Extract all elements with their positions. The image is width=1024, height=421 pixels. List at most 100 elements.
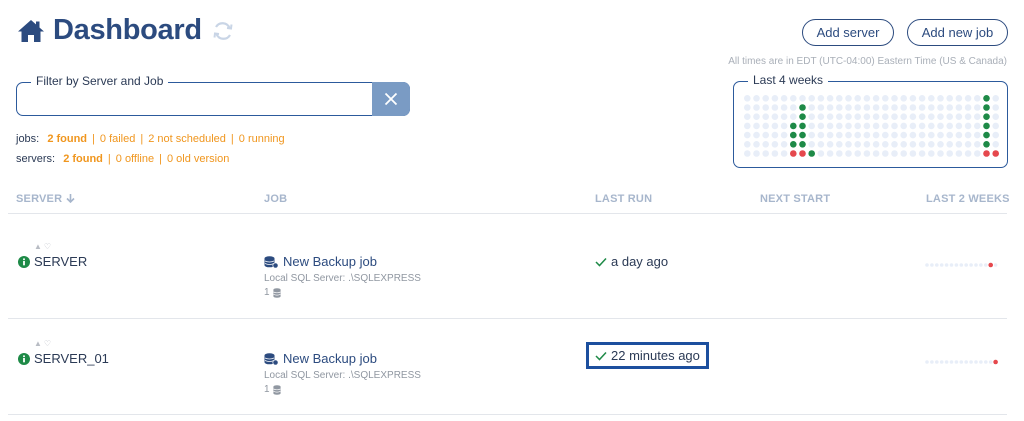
heatmap-cell-empty [799, 95, 806, 102]
heatmap-cell-empty [780, 141, 788, 148]
heatmap-cell-empty [845, 113, 852, 120]
heatmap-cell-success[interactable] [983, 141, 990, 148]
heatmap-cell-empty [955, 131, 963, 139]
refresh-icon[interactable] [212, 20, 234, 42]
heatmap-cell-failed[interactable] [992, 150, 999, 157]
heatmap-cell-empty [964, 113, 972, 120]
heatmap-cell-success[interactable] [983, 104, 990, 111]
heatmap-cell-empty [900, 141, 907, 148]
last-run[interactable]: a day ago [595, 254, 668, 269]
heatmap-cell-empty [882, 113, 889, 120]
servers-found-link[interactable]: 2 found [63, 153, 103, 165]
job-name-link[interactable]: New Backup job [283, 351, 377, 366]
clear-filter-button[interactable] [372, 82, 410, 116]
jobs-found-link[interactable]: 2 found [47, 133, 87, 145]
add-server-button[interactable]: Add server [802, 19, 894, 46]
filter-input[interactable] [21, 87, 369, 111]
heatmap-cell-failed[interactable] [983, 150, 990, 157]
heatmap-cell-empty [909, 95, 917, 102]
heatmap-cell-success[interactable] [790, 141, 797, 148]
column-header-server[interactable]: SERVER [16, 193, 75, 205]
heatmap-cell-empty [891, 113, 898, 120]
heatmap-cell-success[interactable] [983, 131, 990, 139]
heatmap-cell-empty [744, 104, 751, 111]
alert-icons: ▲♡ [34, 339, 54, 348]
heatmap-cell-empty [771, 113, 779, 120]
table-row[interactable]: ▲♡ SERVER_01 New Backup job Local SQL Se… [0, 318, 1024, 415]
add-new-job-button[interactable]: Add new job [907, 19, 1008, 46]
heatmap-cell-empty [854, 122, 861, 130]
heatmap-cell-failed[interactable] [799, 150, 806, 157]
servers-offline-link[interactable]: 0 offline [116, 153, 154, 165]
heatmap-cell-empty [753, 95, 760, 102]
spark-dot-empty [959, 263, 964, 267]
heatmap-cell-success[interactable] [808, 150, 815, 157]
heatmap-cell-empty [845, 104, 852, 111]
heatmap-cell-success[interactable] [799, 122, 806, 130]
heatmap-cell-success[interactable] [983, 113, 990, 120]
job-source: Local SQL Server: .\SQLEXPRESS [264, 370, 421, 381]
info-icon[interactable] [18, 256, 30, 268]
last-run[interactable]: 22 minutes ago [586, 342, 709, 369]
last-4-weeks-panel: Last 4 weeks [733, 73, 1008, 168]
heatmap-cell-failed[interactable] [790, 150, 797, 157]
heatmap-cell-empty [836, 150, 843, 157]
spark-dot-empty [954, 360, 959, 364]
last-2-weeks-sparkline [925, 359, 998, 365]
heatmap-cell-empty [771, 141, 779, 148]
heatmap-cell-empty [817, 141, 825, 148]
jobs-stats: jobs: 2 found | 0 failed | 2 not scheduled | 0… [16, 133, 285, 145]
heatmap-cell-success[interactable] [799, 113, 806, 120]
heatmap-cell-success[interactable] [790, 131, 797, 139]
heatmap-cell-empty [836, 141, 843, 148]
heatmap-cell-empty [909, 150, 917, 157]
column-header-last-run[interactable]: LAST RUN [595, 193, 652, 205]
sort-down-icon [65, 194, 75, 204]
spark-dot-empty [935, 360, 939, 364]
table-row[interactable]: ▲♡ SERVER New Backup job Local SQL Serve… [0, 221, 1024, 318]
heatmap-cell-empty [909, 104, 917, 111]
spark-dot-empty [974, 263, 978, 267]
job-name-link[interactable]: New Backup job [283, 254, 377, 269]
spark-dot-empty [930, 263, 934, 267]
heatmap-cell-empty [845, 122, 852, 130]
heatmap-cell-empty [882, 104, 889, 111]
heatmap-cell-empty [817, 150, 825, 157]
heatmap-cell-empty [771, 104, 779, 111]
heatmap-cell-empty [964, 122, 972, 130]
heatmap-cell-success[interactable] [983, 122, 990, 130]
servers-old-version-link[interactable]: 0 old version [167, 153, 229, 165]
heatmap-cell-empty [918, 141, 926, 148]
heatmap-cell-empty [753, 141, 760, 148]
heatmap-cell-success[interactable] [799, 141, 806, 148]
jobs-running-link[interactable]: 0 running [239, 133, 285, 145]
heatmap-cell-success[interactable] [790, 122, 797, 130]
jobs-failed-link[interactable]: 0 failed [100, 133, 135, 145]
spark-dot-failed [988, 262, 993, 268]
jobs-not-scheduled-link[interactable]: 2 not scheduled [148, 133, 226, 145]
server-name[interactable]: SERVER [34, 254, 87, 269]
column-header-job[interactable]: JOB [264, 193, 287, 205]
heatmap-cell-empty [891, 131, 898, 139]
spark-dot-empty [935, 263, 939, 267]
heatmap-cell-success[interactable] [799, 104, 806, 111]
column-header-last-2-weeks[interactable]: LAST 2 WEEKS [926, 193, 1010, 205]
heatmap-cell-empty [762, 122, 769, 130]
heatmap-cell-empty [955, 122, 963, 130]
spark-dot-empty [964, 263, 968, 267]
heatmap-cell-empty [744, 122, 751, 130]
heatmap-cell-empty [762, 150, 769, 157]
heatmap-cell-success[interactable] [983, 95, 990, 102]
server-name[interactable]: SERVER_01 [34, 351, 109, 366]
info-icon[interactable] [18, 353, 30, 365]
heatmap-cell-empty [955, 113, 963, 120]
heatmap-cell-empty [882, 141, 889, 148]
heatmap-cell-empty [974, 113, 981, 120]
heatmap-cell-empty [872, 141, 880, 148]
heatmap-cell-empty [964, 104, 972, 111]
heatmap-cell-empty [836, 104, 843, 111]
column-header-next-start[interactable]: NEXT START [760, 193, 830, 205]
heatmap-cell-empty [817, 131, 825, 139]
heatmap-cell-success[interactable] [799, 131, 806, 139]
spark-dot-empty [939, 360, 944, 364]
